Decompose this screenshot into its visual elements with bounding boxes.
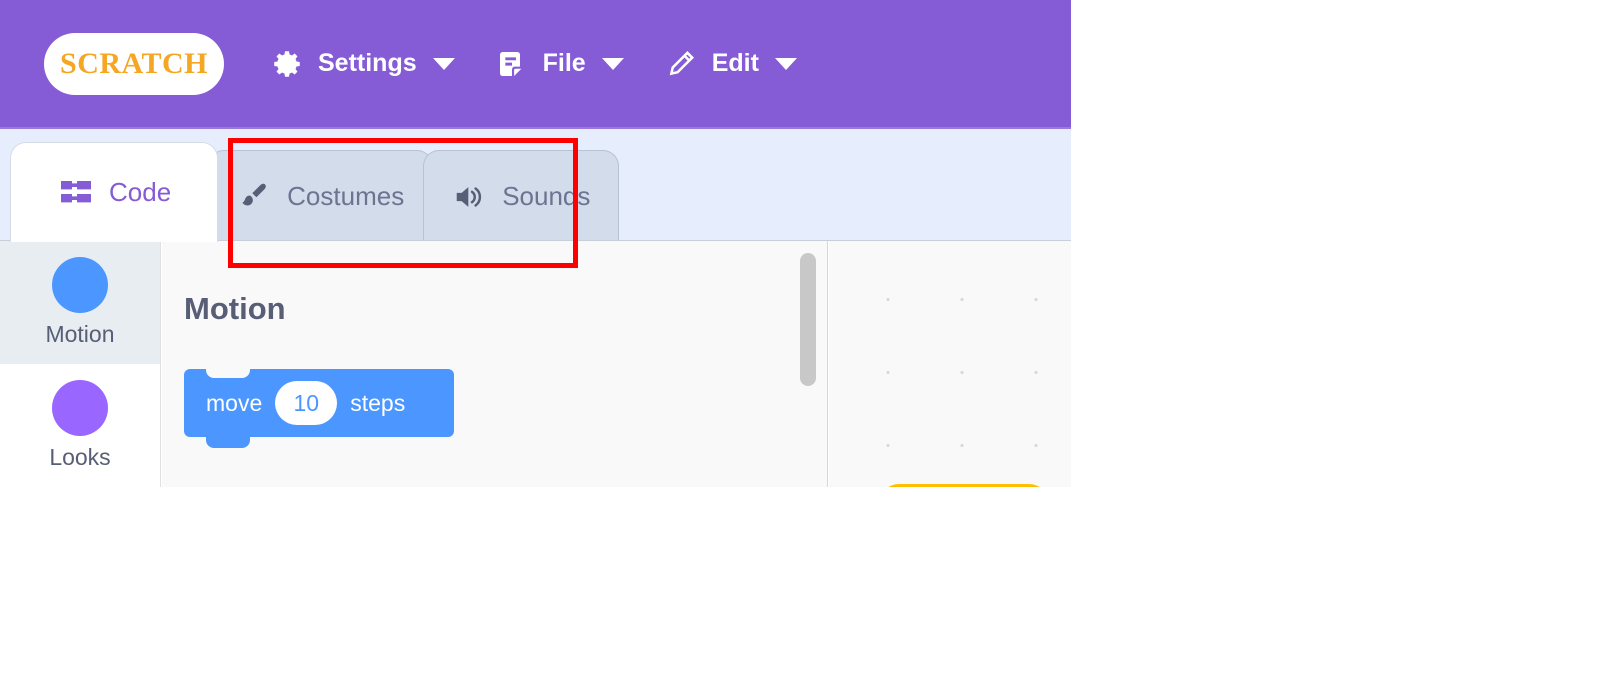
tab-bar: Code Costumes Sounds xyxy=(0,127,1071,242)
tab-costumes-label: Costumes xyxy=(287,181,405,211)
looks-color-dot xyxy=(52,380,108,436)
category-looks[interactable]: Looks xyxy=(0,364,160,487)
paintbrush-icon xyxy=(237,180,271,214)
block-move-suffix: steps xyxy=(350,389,406,416)
gear-icon xyxy=(270,47,304,81)
category-motion[interactable]: Motion xyxy=(0,241,160,364)
file-icon xyxy=(495,47,529,81)
chevron-down-icon xyxy=(774,57,797,70)
scratch-logo-blob: SCRATCH xyxy=(44,32,224,95)
chevron-down-icon xyxy=(432,57,455,70)
workspace-event-block[interactable] xyxy=(879,484,1049,487)
menu-item-edit[interactable]: Edit xyxy=(664,0,797,127)
editor-body: Motion Looks Motion move 10 steps xyxy=(0,240,1071,487)
menu-item-edit-label: Edit xyxy=(711,49,759,77)
block-category-list: Motion Looks xyxy=(0,241,161,487)
menu-item-file[interactable]: File xyxy=(495,0,624,127)
scratch-editor-window: SCRATCH Settings File Edit Code Costumes… xyxy=(0,0,1071,487)
chevron-down-icon xyxy=(601,57,624,70)
code-blocks-icon xyxy=(59,176,93,210)
tab-sounds[interactable]: Sounds xyxy=(423,150,620,242)
motion-color-dot xyxy=(52,257,108,313)
category-motion-label: Motion xyxy=(45,321,115,347)
block-palette[interactable]: Motion move 10 steps xyxy=(162,241,828,487)
code-workspace-canvas[interactable] xyxy=(829,241,1071,487)
scratch-logo-text: SCRATCH xyxy=(59,45,209,81)
menu-item-file-label: File xyxy=(542,49,586,77)
palette-scrollbar-thumb[interactable] xyxy=(800,253,816,386)
palette-section-heading: Motion xyxy=(184,291,286,326)
category-looks-label: Looks xyxy=(49,444,111,470)
block-move-prefix: move xyxy=(206,389,263,416)
tab-sounds-label: Sounds xyxy=(502,181,591,211)
tab-code-label: Code xyxy=(109,177,172,207)
menu-bar: SCRATCH Settings File Edit xyxy=(0,0,1071,127)
speaker-icon xyxy=(452,180,486,214)
menu-item-settings[interactable]: Settings xyxy=(270,0,455,127)
pencil-icon xyxy=(664,47,698,81)
block-move-steps-input[interactable]: 10 xyxy=(275,381,338,425)
block-move-steps[interactable]: move 10 steps xyxy=(184,368,454,448)
tab-list: Code Costumes Sounds xyxy=(10,142,620,242)
tab-costumes[interactable]: Costumes xyxy=(208,150,434,242)
menu-item-settings-label: Settings xyxy=(318,49,417,77)
scratch-logo[interactable]: SCRATCH xyxy=(38,29,230,99)
tab-code[interactable]: Code xyxy=(10,142,219,242)
